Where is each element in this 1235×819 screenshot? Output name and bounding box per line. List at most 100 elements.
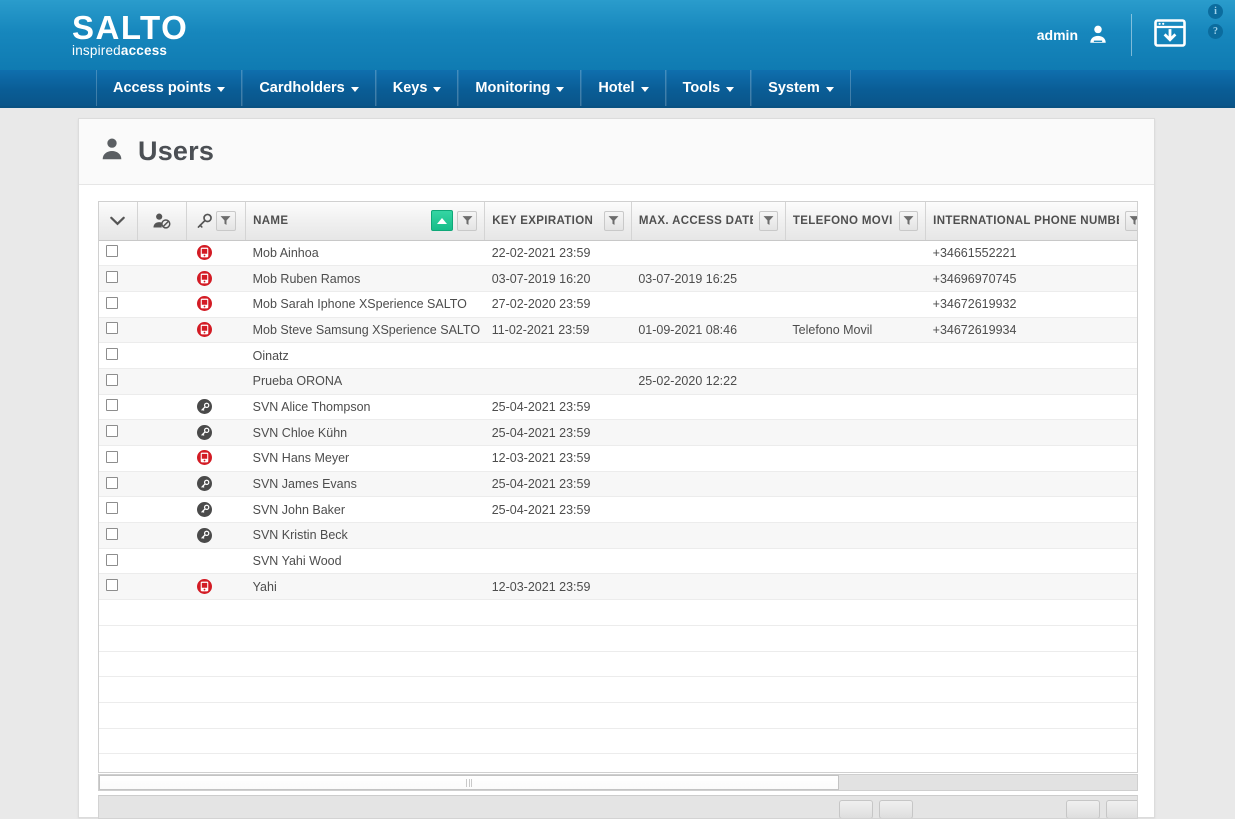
info-icon[interactable]: i [1208,4,1223,19]
row-checkbox-cell[interactable] [99,471,138,498]
table-row[interactable]: Prueba ORONA 25-02-2020 12:22 [99,368,1137,395]
row-checkbox-cell[interactable] [99,548,138,575]
table-row[interactable]: SVN Hans Meyer 12-03-2021 23:59 [99,445,1137,472]
key-dark-icon [197,501,213,517]
row-key-type-cell [186,265,246,292]
column-header-max-access-date[interactable]: MAX. ACCESS DATE [631,202,786,241]
column-header-telefono-movil[interactable]: TELEFONO MOVIL [785,202,927,241]
table-row[interactable]: Yahi 12-03-2021 23:59 [99,573,1137,601]
cell-name: Mob Ruben Ramos [245,265,485,292]
cell-name: SVN John Baker [245,496,485,524]
filter-button-max-access-date[interactable] [758,210,778,231]
row-checkbox[interactable] [106,579,118,592]
table-row[interactable]: SVN Alice Thompson 25-04-2021 23:59 [99,394,1137,421]
table-row[interactable]: Oinatz [99,342,1137,369]
row-checkbox-cell[interactable] [99,496,138,524]
cell-telefono-movil [785,368,926,395]
filter-button-key-type[interactable] [215,210,236,231]
cell-name: SVN Hans Meyer [245,445,485,472]
nav-item-access-points[interactable]: Access points [96,70,243,106]
nav-item-cardholders[interactable]: Cardholders [242,70,376,106]
row-key-type-cell [186,240,246,267]
nav-item-monitoring[interactable]: Monitoring [458,70,582,106]
help-icon[interactable]: ? [1208,24,1223,39]
next-page-button[interactable] [1066,800,1100,818]
cell-max-access-date [631,419,786,446]
filter-button-telefono-movil[interactable] [899,210,919,231]
row-blocked-cell [137,394,187,421]
table-row[interactable]: SVN Yahi Wood [99,548,1137,575]
salto-logo[interactable]: SALTO inspiredaccess [72,11,188,58]
row-checkbox-cell[interactable] [99,317,138,344]
row-checkbox[interactable] [106,425,118,438]
chevron-down-icon [825,86,834,92]
row-checkbox[interactable] [106,399,118,412]
row-checkbox[interactable] [106,348,118,361]
cell-name: SVN Chloe Kühn [245,419,485,446]
column-label-max-access-date: MAX. ACCESS DATE [638,214,753,227]
window-download-icon[interactable] [1154,18,1186,52]
row-blocked-cell [137,342,187,369]
filter-button-name[interactable] [457,210,478,231]
empty-cell [99,651,1137,678]
column-header-select-all[interactable] [99,202,138,241]
scrollbar-thumb[interactable] [99,775,839,790]
filter-button-international-phone-number[interactable] [1124,210,1137,231]
previous-page-button[interactable] [879,800,913,818]
row-checkbox[interactable] [106,373,118,386]
table-row[interactable]: SVN Kristin Beck [99,522,1137,549]
row-checkbox-cell[interactable] [99,419,138,446]
sort-ascending-button-name[interactable] [431,210,454,232]
row-checkbox-cell[interactable] [99,368,138,395]
row-checkbox-cell[interactable] [99,445,138,472]
panel-header: Users [79,119,1154,185]
nav-item-tools[interactable]: Tools [665,70,752,106]
row-checkbox-cell[interactable] [99,394,138,421]
row-checkbox-cell[interactable] [99,573,138,601]
table-row[interactable]: SVN John Baker 25-04-2021 23:59 [99,496,1137,524]
row-checkbox[interactable] [106,476,118,489]
row-checkbox[interactable] [106,322,118,335]
row-blocked-cell [137,522,187,549]
row-checkbox[interactable] [106,502,118,515]
cell-key-expiration: 25-04-2021 23:59 [484,471,632,498]
pager-left-group [839,800,913,818]
filter-button-key-expiration[interactable] [603,210,624,231]
admin-menu[interactable]: admin [1037,23,1109,48]
row-key-type-cell [186,317,246,344]
column-header-key-type[interactable] [186,202,247,241]
table-row[interactable]: SVN James Evans 25-04-2021 23:59 [99,471,1137,498]
nav-item-hotel[interactable]: Hotel [581,70,666,106]
row-key-type-cell [186,445,246,472]
empty-cell [99,728,1137,755]
row-checkbox[interactable] [106,296,118,309]
table-row[interactable]: SVN Chloe Kühn 25-04-2021 23:59 [99,419,1137,446]
logo-tagline-light: inspired [72,43,121,58]
row-checkbox[interactable] [106,450,118,463]
table-row[interactable]: Mob Steve Samsung XSperience SALTO 11-02-… [99,317,1137,344]
table-row[interactable]: Mob Sarah Iphone XSperience SALTO 27-02-2… [99,291,1137,318]
row-checkbox-cell[interactable] [99,522,138,549]
column-header-blocked[interactable] [137,202,187,241]
row-checkbox[interactable] [106,245,118,258]
row-checkbox-cell[interactable] [99,291,138,318]
row-key-type-cell [186,291,246,318]
table-row[interactable]: Mob Ruben Ramos 03-07-2019 16:20 03-07-201… [99,265,1137,292]
column-header-key-expiration[interactable]: KEY EXPIRATION [484,202,632,241]
nav-item-keys[interactable]: Keys [375,70,459,106]
row-checkbox[interactable] [106,553,118,566]
row-checkbox-cell[interactable] [99,342,138,369]
row-checkbox[interactable] [106,527,118,540]
row-checkbox-cell[interactable] [99,265,138,292]
last-page-button[interactable] [1106,800,1137,818]
column-header-name[interactable]: NAME [245,202,486,241]
column-label-telefono-movil: TELEFONO MOVIL [792,214,894,227]
first-page-button[interactable] [839,800,873,818]
cell-key-expiration: 25-04-2021 23:59 [484,496,632,524]
table-row[interactable]: Mob Ainhoa 22-02-2021 23:59 +34661552221 [99,240,1137,267]
nav-item-system[interactable]: System [751,70,851,106]
horizontal-scrollbar[interactable] [98,774,1138,791]
column-header-international-phone-number[interactable]: INTERNATIONAL PHONE NUMBER [925,202,1137,241]
row-checkbox[interactable] [106,271,118,284]
row-checkbox-cell[interactable] [99,240,138,267]
